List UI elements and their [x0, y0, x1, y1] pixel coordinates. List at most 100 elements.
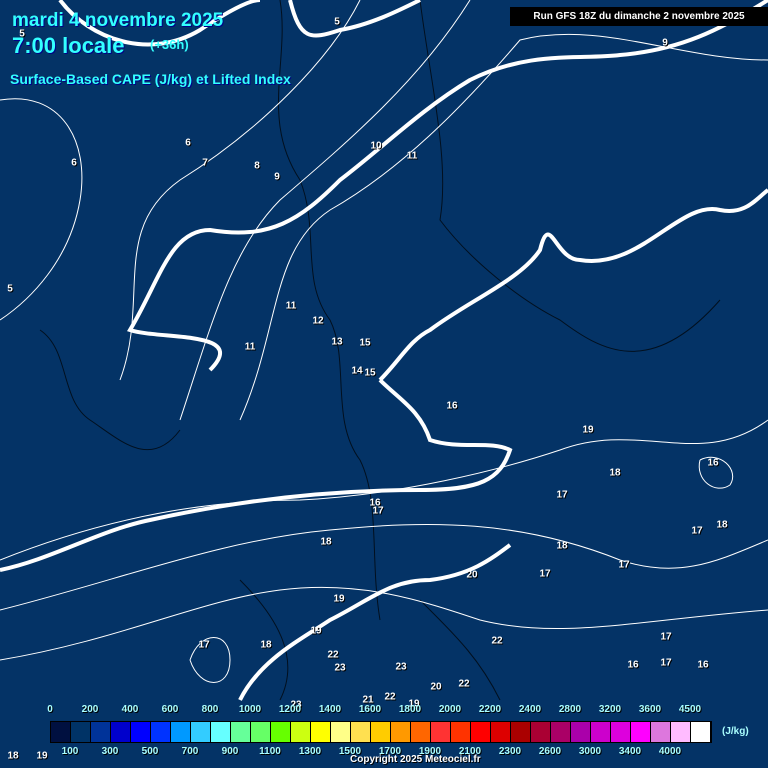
legend-swatch — [231, 722, 251, 742]
contour-label: 15 — [364, 367, 376, 379]
contour-layer — [0, 0, 768, 701]
contour-label: 17 — [691, 525, 703, 537]
forecast-time: 7:00 locale — [12, 33, 125, 58]
contour-label: 18 — [7, 750, 19, 762]
contour-label: 20 — [466, 569, 478, 581]
contour-label: 15 — [359, 337, 371, 349]
contour-label: 5 — [334, 16, 340, 28]
legend-swatch — [191, 722, 211, 742]
legend-tick-bottom: 300 — [101, 746, 119, 757]
contour-label: 17 — [556, 489, 568, 501]
legend-tick-bottom: 4000 — [658, 746, 682, 757]
legend-swatch — [211, 722, 231, 742]
contour-label: 5 — [19, 28, 25, 40]
contour-label: 18 — [716, 519, 728, 531]
legend-tick-bottom: 700 — [181, 746, 199, 757]
legend-tick-bottom: 1100 — [259, 746, 281, 757]
cape-map: mardi 4 novembre 2025 7:00 locale (+36h)… — [0, 0, 768, 768]
legend-tick-bottom: 2600 — [538, 746, 562, 757]
legend-swatch — [171, 722, 191, 742]
contour-label: 9 — [274, 171, 280, 183]
legend-tick-bottom: 3000 — [578, 746, 602, 757]
contour-label: 7 — [202, 157, 208, 169]
legend-swatch — [131, 722, 151, 742]
legend-swatch — [91, 722, 111, 742]
contour-label: 11 — [285, 300, 297, 312]
contour-label: 12 — [312, 315, 324, 327]
contour-label: 18 — [609, 467, 621, 479]
contour-label: 16 — [446, 400, 458, 412]
legend-swatch — [331, 722, 351, 742]
thick-contours — [0, 0, 768, 701]
legend-tick-top: 400 — [121, 704, 139, 715]
contour-label: 8 — [254, 160, 260, 172]
legend-tick-top: 800 — [201, 704, 219, 715]
legend-tick-bottom: 100 — [61, 746, 79, 757]
contour-label: 10 — [370, 140, 382, 152]
legend-swatch — [451, 722, 471, 742]
legend-swatch — [631, 722, 651, 742]
legend-swatch — [251, 722, 271, 742]
contour-label: 6 — [185, 137, 191, 149]
legend-tick-top: 0 — [47, 704, 53, 715]
legend-tick-bottom: 3400 — [618, 746, 642, 757]
contour-label: 16 — [627, 659, 639, 671]
legend-tick-top: 200 — [81, 704, 99, 715]
legend-tick-top: 2400 — [518, 704, 542, 715]
legend-swatch — [371, 722, 391, 742]
legend-swatch — [551, 722, 571, 742]
legend-swatch — [491, 722, 511, 742]
legend-swatch — [511, 722, 531, 742]
contour-label: 17 — [539, 568, 551, 580]
legend-swatch — [691, 722, 711, 742]
contour-label: 17 — [660, 631, 672, 643]
legend-swatch — [431, 722, 451, 742]
legend-tick-bottom: 900 — [221, 746, 239, 757]
parameter-title: Surface-Based CAPE (J/kg) et Lifted Inde… — [10, 71, 291, 87]
legend-tick-top: 1800 — [398, 704, 422, 715]
contour-label: 11 — [406, 150, 418, 162]
contour-label: 14 — [351, 365, 363, 377]
contour-label: 20 — [430, 681, 442, 693]
coastlines — [39, 0, 721, 701]
contour-label: 17 — [198, 639, 210, 651]
contour-label: 16 — [707, 457, 719, 469]
legend-tick-top: 1600 — [358, 704, 382, 715]
legend-swatch — [471, 722, 491, 742]
legend-tick-top: 4500 — [678, 704, 702, 715]
contour-label: 22 — [491, 635, 503, 647]
copyright: Copyright 2025 Meteociel.fr — [350, 754, 481, 765]
thin-contours — [0, 0, 768, 683]
legend-swatch — [291, 722, 311, 742]
legend-tick-top: 1200 — [278, 704, 302, 715]
contour-label: 23 — [395, 661, 407, 673]
legend-tick-top: 2800 — [558, 704, 582, 715]
legend-swatch — [391, 722, 411, 742]
legend-tick-top: 2200 — [478, 704, 502, 715]
legend-swatch — [351, 722, 371, 742]
legend-swatch — [271, 722, 291, 742]
contour-label: 19 — [36, 750, 48, 762]
legend-swatch — [411, 722, 431, 742]
legend-tick-top: 600 — [161, 704, 179, 715]
contour-label: 19 — [333, 593, 345, 605]
legend-swatch — [71, 722, 91, 742]
forecast-date: mardi 4 novembre 2025 — [12, 10, 224, 31]
legend-tick-top: 3600 — [638, 704, 662, 715]
contour-label: 17 — [660, 657, 672, 669]
run-info: Run GFS 18Z du dimanche 2 novembre 2025 — [510, 7, 768, 26]
contour-label: 19 — [310, 625, 322, 637]
contour-label: 6 — [71, 157, 77, 169]
legend-unit: (J/kg) — [722, 726, 749, 737]
contour-label: 18 — [556, 540, 568, 552]
legend-tick-top: 1400 — [318, 704, 342, 715]
contour-label: 22 — [327, 649, 339, 661]
forecast-lead: (+36h) — [150, 37, 189, 52]
legend-swatch — [111, 722, 131, 742]
legend-swatch — [611, 722, 631, 742]
legend-tick-bottom: 2300 — [498, 746, 522, 757]
color-legend — [50, 721, 712, 743]
contour-label: 16 — [369, 497, 381, 509]
contour-label: 13 — [331, 336, 343, 348]
contour-label: 9 — [662, 37, 668, 49]
